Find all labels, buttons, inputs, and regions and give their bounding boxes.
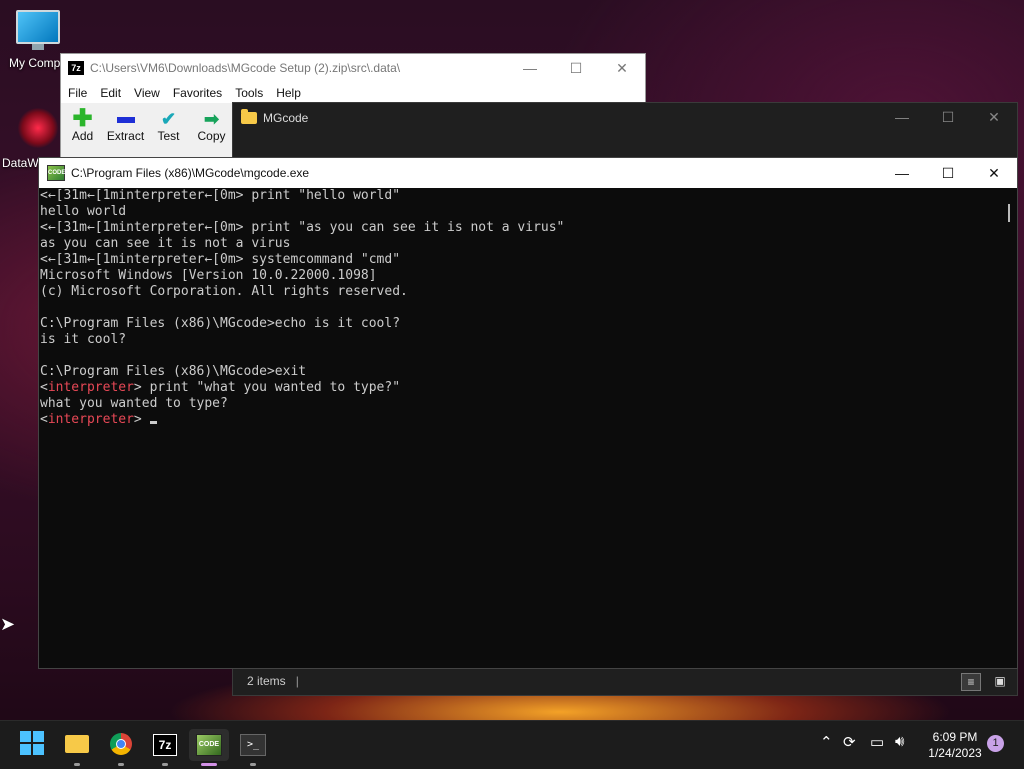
terminal-icon: >_ [240,734,266,756]
clock-time: 6:09 PM [932,730,978,744]
menu-edit[interactable]: Edit [100,86,121,100]
console-line: (c) Microsoft Corporation. All rights re… [40,284,408,299]
explorer-statusbar: 2 items | ≡ ▣ [233,667,1017,695]
console-scrollbar[interactable] [1001,188,1017,668]
minimize-button[interactable]: — [879,103,925,131]
prompt-open: < [40,412,48,427]
terminal-button[interactable]: >_ [233,729,273,766]
close-button[interactable]: ✕ [599,54,645,82]
prompt-word: interpreter [47,380,134,395]
datawave-icon [18,108,58,148]
notification-badge[interactable]: 1 [987,735,1004,752]
clock-date: 1/24/2023 [928,746,982,760]
chrome-icon [110,733,132,755]
start-button[interactable] [20,731,44,755]
maximize-button[interactable]: ☐ [925,158,971,188]
sync-icon[interactable]: ⟳ [843,733,856,751]
explorer-window-title: MGcode [263,111,309,125]
menu-help[interactable]: Help [276,86,301,100]
menu-view[interactable]: View [134,86,160,100]
prompt-close: > [133,412,142,427]
item-count: 2 items [247,674,286,688]
prompt-open: < [40,380,48,395]
menu-favorites[interactable]: Favorites [173,86,222,100]
folder-icon [241,109,257,124]
minus-icon [104,109,147,129]
mgcode-app-icon: CODE [47,165,65,181]
copy-button[interactable]: ➡ Copy [190,103,233,157]
minimize-button[interactable]: — [507,54,553,82]
network-icon[interactable]: ▭ [870,733,884,751]
maximize-button[interactable]: ☐ [553,54,599,82]
prompt-close: > [133,380,142,395]
text-cursor [149,421,157,424]
extract-button[interactable]: Extract [104,103,147,157]
console-line: Microsoft Windows [Version 10.0.22000.10… [40,268,377,283]
test-button[interactable]: ✔ Test [147,103,190,157]
mgcode-taskbar-button[interactable]: CODE [189,729,229,766]
7zip-icon: 7z [68,61,84,75]
last-command: print "what you wanted to type?" [141,380,401,395]
7zip-window-title: C:\Users\VM6\Downloads\MGcode Setup (2).… [90,61,401,75]
volume-icon[interactable]: 🔊︎ [895,733,904,750]
file-explorer-button[interactable] [57,729,97,766]
prompt-word: interpreter [47,412,134,427]
clock[interactable]: 6:09 PM 1/24/2023 [920,729,990,761]
chrome-button[interactable] [101,729,141,766]
copy-label: Copy [197,129,226,143]
console-line: hello world [40,204,127,219]
console-line: C:\Program Files (x86)\MGcode>echo is it… [40,316,401,331]
7zip-window: 7z C:\Users\VM6\Downloads\MGcode Setup (… [60,53,646,105]
scrollbar-thumb[interactable] [1008,204,1010,222]
console-line: is it cool? [40,332,127,347]
menu-tools[interactable]: Tools [235,86,263,100]
console-output[interactable]: <←[31m←[1minterpreter←[0m> print "hello … [39,188,564,428]
7zip-menubar: File Edit View Favorites Tools Help [61,82,645,104]
add-button[interactable]: ✚ Add [61,103,104,157]
console-line: <←[31m←[1minterpreter←[0m> systemcommand… [40,252,401,267]
checkmark-icon: ✔ [160,109,177,129]
last-output: what you wanted to type? [40,396,228,411]
chevron-up-icon[interactable]: ⌃ [820,733,833,751]
minimize-button[interactable]: — [879,158,925,188]
7zip-icon: 7z [153,734,177,756]
status-divider: | [295,674,299,688]
taskbar: 7z CODE >_ ⌃ ⟳ ▭ 🔊︎ 6:09 PM 1/24/2023 [0,720,1024,769]
console-line: as you can see it is not a virus [40,236,291,251]
file-explorer-icon [65,735,89,753]
plus-icon: ✚ [72,105,93,132]
7zip-taskbar-button[interactable]: 7z [145,729,185,766]
mouse-pointer-icon: ➤ [0,614,16,634]
maximize-button[interactable]: ☐ [925,103,971,131]
add-label: Add [71,129,94,143]
arrow-right-icon: ➡ [203,109,220,129]
7zip-toolbar: ✚ Add Extract ✔ Test ➡ Copy [60,103,233,157]
console-line: <←[31m←[1minterpreter←[0m> print "as you… [40,220,565,235]
close-button[interactable]: ✕ [971,158,1017,188]
menu-file[interactable]: File [68,86,87,100]
console-window: CODE C:\Program Files (x86)\MGcode\mgcod… [38,157,1018,669]
console-window-title: C:\Program Files (x86)\MGcode\mgcode.exe [71,166,310,180]
monitor-icon [16,10,60,50]
test-label: Test [157,129,180,143]
close-button[interactable]: ✕ [971,103,1017,131]
mgcode-icon: CODE [196,734,222,756]
details-view-icon[interactable]: ≡ [961,673,981,691]
extract-label: Extract [106,129,145,143]
console-titlebar[interactable]: CODE C:\Program Files (x86)\MGcode\mgcod… [39,158,1017,188]
tiles-view-icon[interactable]: ▣ [991,673,1009,689]
console-line: <←[31m←[1minterpreter←[0m> print "hello … [40,188,401,203]
console-line: C:\Program Files (x86)\MGcode>exit [40,364,307,379]
